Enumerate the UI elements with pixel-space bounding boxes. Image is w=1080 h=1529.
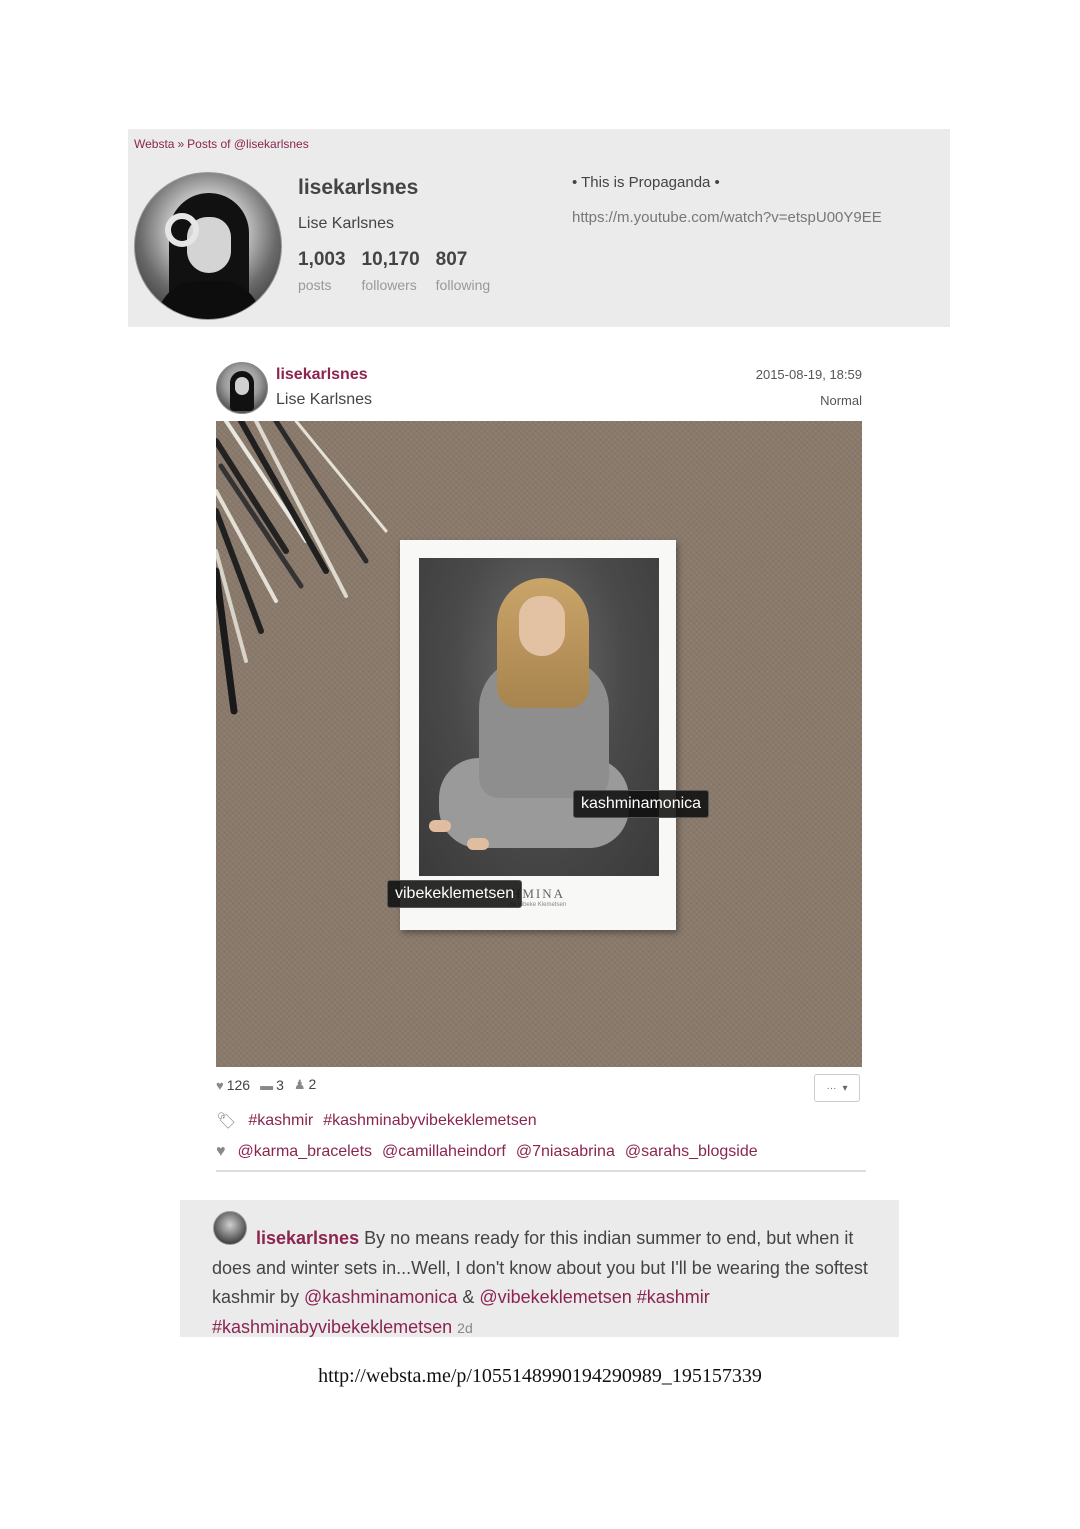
- post-date: 2015-08-19, 18:59: [755, 367, 862, 382]
- post-meta: ♥ 126 ▬ 3 ♟ 2 ··· ▾: [216, 1072, 862, 1102]
- hashtag-link[interactable]: #kashmir: [248, 1112, 313, 1130]
- caption-panel: lisekarlsnes By no means ready for this …: [180, 1200, 899, 1337]
- breadcrumb-page-link[interactable]: Posts of @lisekarlsnes: [187, 137, 309, 151]
- caption-age: 2d: [457, 1319, 473, 1336]
- heart-icon: ♥: [216, 1077, 224, 1093]
- stat-following-label: following: [435, 277, 491, 293]
- liker-link[interactable]: @sarahs_blogside: [625, 1143, 758, 1161]
- comments-count[interactable]: ▬ 3: [260, 1077, 284, 1093]
- user-tag-vibekeklemetsen[interactable]: vibekeklemetsen: [387, 880, 523, 908]
- profile-username: lisekarlsnes: [298, 176, 419, 199]
- more-options-button[interactable]: ··· ▾: [814, 1074, 860, 1102]
- stat-posts-value: 1,003: [298, 249, 346, 270]
- source-url: http://websta.me/p/1055148990194290989_1…: [318, 1365, 762, 1387]
- liker-link[interactable]: @camillaheindorf: [382, 1143, 506, 1161]
- post-filter: Normal: [820, 393, 862, 408]
- profile-bio: • This is Propaganda •: [572, 174, 720, 191]
- caption-ampersand: &: [457, 1287, 480, 1307]
- post-header: lisekarlsnes Lise Karlsnes 2015-08-19, 1…: [216, 360, 862, 416]
- stat-following-value: 807: [435, 249, 468, 270]
- stat-followers-value: 10,170: [361, 249, 420, 270]
- liked-by-row: ♥ @karma_bracelets @camillaheindorf @7ni…: [216, 1143, 758, 1161]
- comments-count-value: 3: [276, 1076, 284, 1093]
- model-photo: [419, 558, 659, 876]
- caption-username-link[interactable]: lisekarlsnes: [256, 1228, 359, 1248]
- breadcrumb-site-link[interactable]: Websta: [134, 137, 174, 151]
- post-avatar[interactable]: [216, 362, 268, 414]
- stat-followers-label: followers: [361, 277, 417, 293]
- chevron-down-icon: ▾: [842, 1082, 848, 1094]
- heart-icon: ♥: [216, 1143, 226, 1160]
- caption-mention-link[interactable]: @kashminamonica: [304, 1287, 457, 1307]
- caption-text: lisekarlsnes By no means ready for this …: [212, 1224, 872, 1343]
- liker-link[interactable]: @7niasabrina: [516, 1143, 615, 1161]
- lookbook-card: HMINA by Vibeke Klemetsen: [400, 540, 676, 930]
- post-username-link[interactable]: lisekarlsnes: [276, 366, 368, 384]
- stat-posts-label: posts: [298, 277, 332, 293]
- tagged-count[interactable]: ♟ 2: [294, 1076, 316, 1093]
- stat-posts[interactable]: 1,003 posts: [298, 249, 346, 293]
- tagged-count-value: 2: [308, 1076, 317, 1092]
- comment-icon: ▬: [260, 1077, 274, 1093]
- breadcrumb: Websta» Posts of @lisekarlsnes: [134, 137, 309, 151]
- profile-header: Websta» Posts of @lisekarlsnes lisekarlsn…: [128, 129, 950, 327]
- stat-followers[interactable]: 10,170 followers: [362, 249, 420, 293]
- post-counts: ♥ 126 ▬ 3 ♟ 2: [216, 1076, 316, 1093]
- liker-link[interactable]: @karma_bracelets: [238, 1143, 373, 1161]
- profile-website-link[interactable]: https://m.youtube.com/watch?v=etspU00Y9E…: [572, 209, 882, 226]
- profile-full-name: Lise Karlsnes: [298, 215, 395, 232]
- hashtags-row: 🏷 #kashmir #kashminabyvibekeklemetsen: [216, 1111, 537, 1131]
- post-full-name: Lise Karlsnes: [276, 391, 373, 408]
- tag-icon: 🏷: [216, 1113, 237, 1130]
- hashtag-link[interactable]: #kashminabyvibekeklemetsen: [323, 1112, 536, 1130]
- stat-following[interactable]: 807 following: [436, 249, 490, 293]
- user-tag-kashminamonica[interactable]: kashminamonica: [573, 790, 710, 818]
- likes-count-value: 126: [226, 1076, 251, 1093]
- profile-avatar[interactable]: [134, 172, 282, 320]
- likes-count[interactable]: ♥ 126: [216, 1077, 250, 1093]
- caption-mention-link[interactable]: @vibekeklemetsen: [479, 1287, 631, 1307]
- profile-stats: 1,003 posts 10,170 followers 807 followi…: [298, 249, 490, 293]
- post-image[interactable]: HMINA by Vibeke Klemetsen kashminamonica…: [216, 421, 862, 1067]
- more-options-label: ···: [826, 1082, 837, 1094]
- breadcrumb-separator: »: [177, 137, 185, 151]
- person-icon: ♟: [293, 1077, 306, 1092]
- divider: [216, 1170, 866, 1172]
- blanket-fringe-graphic: [216, 421, 388, 715]
